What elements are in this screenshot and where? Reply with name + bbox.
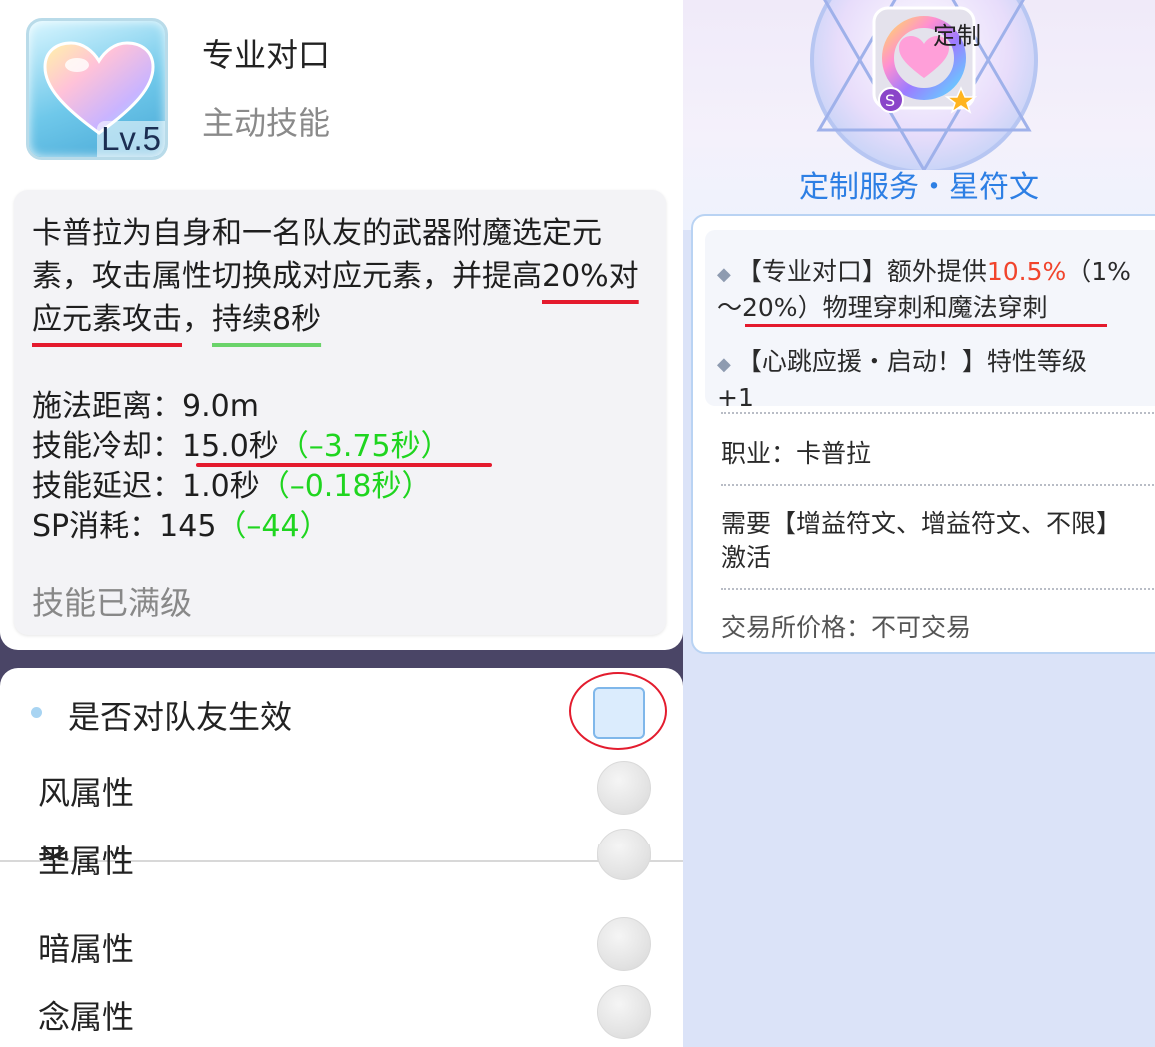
attribute-radio[interactable] xyxy=(597,917,651,971)
attribute-label: 暗属性 xyxy=(38,930,135,968)
skill-panel: Lv.5 专业对口 主动技能 卡普拉为自身和一名队友的武器附魔选定元素，攻击属性… xyxy=(0,0,683,1047)
skill-card: Lv.5 专业对口 主动技能 卡普拉为自身和一名队友的武器附魔选定元素，攻击属性… xyxy=(0,0,683,650)
stat-sp: SP消耗：145（–44） xyxy=(32,509,330,544)
skill-description: 卡普拉为自身和一名队友的武器附魔选定元素，攻击属性切换成对应元素，并提高20%对… xyxy=(32,216,639,337)
team-toggle-label: 是否对队友生效 xyxy=(68,698,293,736)
attribute-row-holy[interactable]: 圣属性 xyxy=(0,844,683,884)
grade-s-text: S xyxy=(885,91,895,110)
bullet-dot xyxy=(31,707,42,718)
rune-panel: S 定制 定制服务・星符文 ◆ 【专业对口】额外提供10.5%（1% ～20%）物… xyxy=(683,0,1155,1047)
stat-delay: 技能延迟：1.0秒（–0.18秒） xyxy=(32,469,432,504)
attribute-radio[interactable] xyxy=(597,985,651,1039)
skill-description-box: 卡普拉为自身和一名队友的武器附魔选定元素，攻击属性切换成对应元素，并提高20%对… xyxy=(14,190,666,635)
rune-requirement-line2: 激活 xyxy=(721,543,772,572)
skill-name: 专业对口 xyxy=(202,36,331,74)
attribute-label: 圣属性 xyxy=(38,844,135,880)
divider xyxy=(721,588,1155,590)
custom-badge: 定制 xyxy=(933,22,981,50)
rune-effect-1-line2: ～20%）物理穿刺和魔法穿刺 xyxy=(717,293,1048,322)
team-toggle-row[interactable]: 是否对队友生效 xyxy=(0,668,683,756)
rune-title: 定制服务・星符文 xyxy=(799,170,1039,205)
divider xyxy=(721,484,1155,486)
attribute-row-dark[interactable]: 暗属性 xyxy=(0,912,683,978)
rune-effects: ◆ 【专业对口】额外提供10.5%（1% ～20%）物理穿刺和魔法穿刺 ◆ 【心跳应… xyxy=(705,230,1155,412)
rune-effect-1: ◆ 【专业对口】额外提供10.5%（1% xyxy=(717,257,1131,286)
star-rune-emblem-icon: S xyxy=(810,0,1038,170)
rune-requirement: 需要【增益符文、增益符文、不限】 xyxy=(721,509,1122,538)
attribute-label: 风属性 xyxy=(38,774,135,812)
skill-stats: 施法距离：9.0m 技能冷却：15.0秒（–3.75秒） 技能延迟：1.0秒（–… xyxy=(32,387,451,547)
attribute-radio[interactable] xyxy=(597,761,651,815)
rune-header: S 定制 定制服务・星符文 xyxy=(683,0,1155,230)
diamond-bullet-icon: ◆ xyxy=(717,354,731,375)
rune-class: 职业：卡普拉 xyxy=(721,439,872,468)
cooldown-annotation-underline xyxy=(196,463,492,467)
annotation-circle xyxy=(569,672,667,750)
skill-max-status: 技能已满级 xyxy=(32,584,193,622)
effect-annotation-underline xyxy=(745,324,1107,327)
skill-level: Lv.5 xyxy=(97,121,165,157)
stat-range: 施法距离：9.0m xyxy=(32,389,259,424)
rune-trade-price: 交易所价格：不可交易 xyxy=(721,613,972,642)
rune-effect-2: ◆ 【心跳应援・启动！】特性等级 xyxy=(717,347,1087,376)
divider xyxy=(721,412,1155,414)
attribute-radio[interactable] xyxy=(597,844,651,880)
diamond-bullet-icon: ◆ xyxy=(717,264,731,285)
attribute-row-mind[interactable]: 念属性 xyxy=(0,980,683,1046)
heart-skill-icon: Lv.5 xyxy=(26,18,168,160)
stat-cooldown: 技能冷却：15.0秒（–3.75秒） xyxy=(32,429,451,464)
attribute-row-wind[interactable]: 风属性 xyxy=(0,756,683,822)
rune-info-card: ◆ 【专业对口】额外提供10.5%（1% ～20%）物理穿刺和魔法穿刺 ◆ 【心跳应… xyxy=(691,214,1155,654)
highlight-duration: 持续8秒 xyxy=(212,302,322,337)
attribute-label: 念属性 xyxy=(38,998,135,1036)
rune-effect-2-line2: +1 xyxy=(717,383,754,412)
skill-settings-panel: 是否对队友生效 风属性 地属性 圣属性 暗属性 念属性 xyxy=(0,668,683,1047)
skill-type: 主动技能 xyxy=(202,104,331,142)
